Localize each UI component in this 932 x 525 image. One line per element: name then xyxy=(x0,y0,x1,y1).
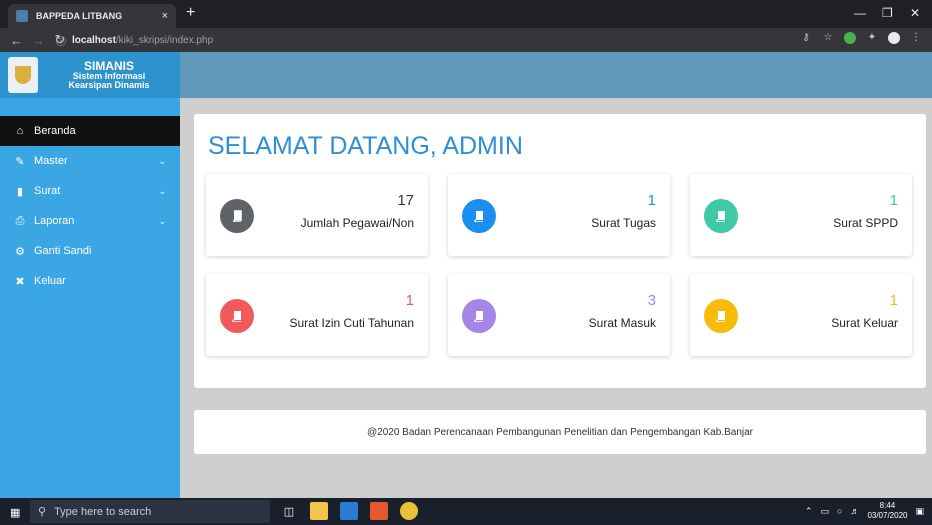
sidebar-item-ganti-sandi[interactable]: ⚙ Ganti Sandi xyxy=(0,236,180,266)
stat-card-surat-izin-cuti[interactable]: 1 Surat Izin Cuti Tahunan xyxy=(206,274,428,356)
windows-taskbar: ▦ ⚲ Type here to search ◫ ⌃ ▭ ○ ♬ 8:44 0… xyxy=(0,498,932,525)
brand[interactable]: SIMANIS Sistem Informasi Kearsipan Dinam… xyxy=(0,52,180,98)
stat-card-pegawai[interactable]: 17 Jumlah Pegawai/Non xyxy=(206,174,428,256)
stat-label: Jumlah Pegawai/Non xyxy=(300,216,414,230)
top-bar xyxy=(180,52,932,98)
window-close-icon[interactable]: ✕ xyxy=(910,6,920,20)
system-tray: ⌃ ▭ ○ ♬ 8:44 03/07/2020 ▣ xyxy=(805,501,924,521)
stat-value: 3 xyxy=(647,292,656,309)
url-field[interactable]: ⓘ localhost /kiki_skripsi/index.php xyxy=(56,31,916,49)
footer: @2020 Badan Perencanaan Pembangunan Pene… xyxy=(194,410,926,454)
stat-label: Surat Masuk xyxy=(588,316,656,330)
chevron-down-icon: ⌄ xyxy=(158,185,166,196)
office-icon[interactable] xyxy=(370,502,388,520)
tab-close-icon[interactable]: × xyxy=(162,10,168,22)
stat-label: Surat Tugas xyxy=(591,216,656,230)
book-icon xyxy=(220,199,254,233)
sidebar-item-label: Ganti Sandi xyxy=(34,245,92,257)
clock-date: 03/07/2020 xyxy=(867,511,908,520)
browser-tab[interactable]: BAPPEDA LITBANG × xyxy=(8,4,176,28)
stat-label: Surat Keluar xyxy=(831,316,898,330)
volume-icon[interactable]: ♬ xyxy=(850,506,859,516)
sidebar-item-label: Laporan xyxy=(34,215,75,227)
address-bar: ← → ↻ ⓘ localhost /kiki_skripsi/index.ph… xyxy=(0,28,932,52)
chrome-icon[interactable] xyxy=(400,502,418,520)
tab-title: BAPPEDA LITBANG xyxy=(36,11,123,21)
forward-icon[interactable]: → xyxy=(32,33,45,48)
chevron-down-icon: ⌄ xyxy=(158,155,166,166)
logo-icon xyxy=(8,57,38,93)
stat-value: 1 xyxy=(889,192,898,209)
stat-card-surat-masuk[interactable]: 3 Surat Masuk xyxy=(448,274,670,356)
book-icon xyxy=(220,299,254,333)
pencil-icon: ✎ xyxy=(15,155,25,168)
close-icon: ✖ xyxy=(15,275,25,288)
task-view-icon[interactable]: ◫ xyxy=(280,502,298,520)
book-icon xyxy=(704,199,738,233)
battery-icon[interactable]: ▭ xyxy=(820,506,829,517)
url-path: /kiki_skripsi/index.php xyxy=(115,34,214,46)
menu-dots-icon[interactable]: ⋮ xyxy=(910,32,922,44)
file-explorer-icon[interactable] xyxy=(310,502,328,520)
search-placeholder: Type here to search xyxy=(54,505,152,518)
maximize-icon[interactable]: ❐ xyxy=(882,6,893,20)
taskbar-apps: ◫ xyxy=(280,502,418,520)
clock-time: 8:44 xyxy=(879,501,896,510)
chevron-up-icon[interactable]: ⌃ xyxy=(805,506,813,517)
print-icon: ⎙ xyxy=(15,214,25,227)
book-icon xyxy=(462,299,496,333)
stat-label: Surat Izin Cuti Tahunan xyxy=(289,316,414,330)
brand-subtitle-2: Kearsipan Dinamis xyxy=(68,80,150,90)
home-icon: ⌂ xyxy=(16,125,24,137)
chevron-down-icon: ⌄ xyxy=(158,215,166,226)
stat-value: 1 xyxy=(889,292,898,309)
stat-value: 17 xyxy=(397,192,414,209)
sidebar-item-surat[interactable]: ▮ Surat ⌄ xyxy=(0,176,180,206)
gear-icon: ⚙ xyxy=(15,245,25,258)
sidebar: SIMANIS Sistem Informasi Kearsipan Dinam… xyxy=(0,52,180,498)
brand-text: SIMANIS Sistem Informasi Kearsipan Dinam… xyxy=(38,60,180,90)
url-host: localhost xyxy=(72,34,116,46)
page-title: SELAMAT DATANG, ADMIN xyxy=(208,132,523,160)
stat-value: 1 xyxy=(647,192,656,209)
sidebar-item-label: Surat xyxy=(34,185,61,197)
star-icon[interactable]: ☆ xyxy=(822,32,834,44)
back-icon[interactable]: ← xyxy=(10,33,23,48)
book-icon: ▮ xyxy=(16,185,24,198)
search-icon: ⚲ xyxy=(38,506,47,518)
stat-value: 1 xyxy=(405,292,414,309)
dashboard-card: SELAMAT DATANG, ADMIN 17 Jumlah Pegawai/… xyxy=(194,114,926,388)
clock[interactable]: 8:44 03/07/2020 xyxy=(867,501,907,521)
extension-icons: ⚷ ☆ ✦ ⋮ xyxy=(800,32,922,44)
windows-start-icon[interactable]: ▦ xyxy=(10,506,20,519)
new-tab-button[interactable]: + xyxy=(186,5,195,21)
stat-card-surat-keluar[interactable]: 1 Surat Keluar xyxy=(690,274,912,356)
sidebar-item-label: Keluar xyxy=(34,275,66,287)
puzzle-icon[interactable]: ✦ xyxy=(866,32,878,44)
profile-icon[interactable] xyxy=(888,32,900,44)
stat-label: Surat SPPD xyxy=(833,216,898,230)
mail-icon[interactable] xyxy=(340,502,358,520)
sidebar-item-beranda[interactable]: ⌂ Beranda xyxy=(0,116,180,146)
sidebar-item-laporan[interactable]: ⎙ Laporan ⌄ xyxy=(0,206,180,236)
sidebar-item-master[interactable]: ✎ Master ⌄ xyxy=(0,146,180,176)
footer-text: @2020 Badan Perencanaan Pembangunan Pene… xyxy=(366,426,753,438)
stat-card-surat-sppd[interactable]: 1 Surat SPPD xyxy=(690,174,912,256)
sidebar-item-label: Master xyxy=(34,155,68,167)
taskbar-search[interactable]: ⚲ Type here to search xyxy=(30,500,270,523)
stat-card-surat-tugas[interactable]: 1 Surat Tugas xyxy=(448,174,670,256)
info-icon[interactable]: ⓘ xyxy=(56,33,66,48)
favicon-icon xyxy=(16,10,28,22)
minimize-icon[interactable]: — xyxy=(854,6,866,20)
extension-icon[interactable] xyxy=(844,32,856,44)
notification-icon[interactable]: ▣ xyxy=(915,506,924,517)
sidebar-item-label: Beranda xyxy=(34,125,76,137)
sidebar-item-keluar[interactable]: ✖ Keluar xyxy=(0,266,180,296)
book-icon xyxy=(704,299,738,333)
key-icon[interactable]: ⚷ xyxy=(800,32,812,44)
sidebar-menu: ⌂ Beranda ✎ Master ⌄ ▮ Surat ⌄ ⎙ Laporan… xyxy=(0,116,180,296)
book-icon xyxy=(462,199,496,233)
browser-tab-bar: BAPPEDA LITBANG × + — ❐ ✕ xyxy=(0,0,932,28)
network-icon[interactable]: ○ xyxy=(837,506,842,516)
